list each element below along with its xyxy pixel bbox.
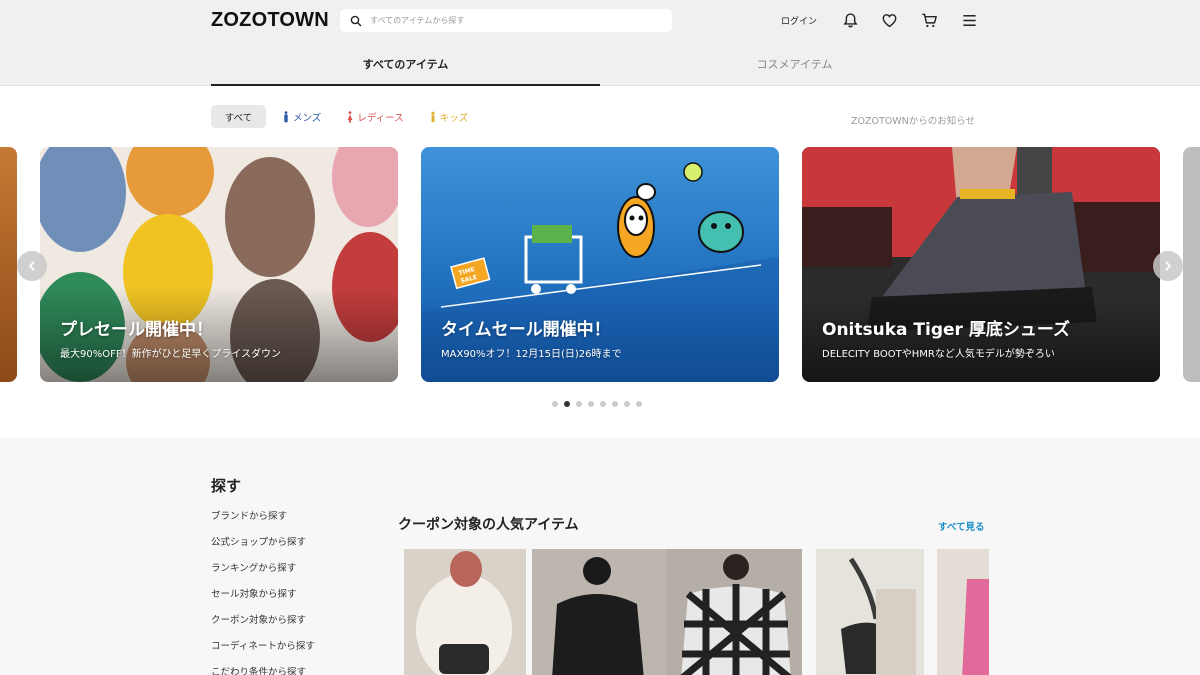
sidebar-item-brand[interactable]: ブランドから探す (211, 510, 315, 536)
banner-carousel: プレセール開催中！ 最大90%OFF！新作がひと足早くプライスダウン TIME … (0, 147, 1200, 383)
product-card[interactable] (666, 549, 802, 675)
sidebar-item-conditions[interactable]: こだわり条件から探す (211, 666, 315, 675)
carousel-dot[interactable] (612, 401, 618, 407)
banner-timesale[interactable]: TIME SALE タイムセール開催中！ MAX90%オフ！12月15日(日)2… (421, 147, 779, 382)
chevron-right-icon (1165, 261, 1172, 271)
main-tabs: すべてのアイテム コスメアイテム (211, 48, 989, 86)
cart-icon[interactable] (920, 11, 938, 29)
heart-icon[interactable] (880, 11, 898, 29)
tab-cosme-items[interactable]: コスメアイテム (600, 48, 989, 86)
carousel-dot[interactable] (636, 401, 642, 407)
filter-label: すべて (224, 112, 253, 124)
filter-ladies[interactable]: レディース (338, 105, 412, 128)
product-card[interactable] (816, 549, 924, 675)
product-card[interactable] (937, 549, 989, 675)
banner-subtitle: DELECITY BOOTやHMRなど人気モデルが勢ぞろい (822, 349, 1055, 360)
carousel-dot[interactable] (576, 401, 582, 407)
section-title: クーポン対象の人気アイテム (398, 517, 579, 533)
mens-icon (284, 110, 288, 122)
banner-prev-peek[interactable] (0, 147, 17, 382)
filter-all[interactable]: すべて (211, 105, 266, 128)
product-card[interactable] (404, 549, 526, 675)
product-image (816, 549, 924, 675)
search-icon (350, 15, 362, 26)
carousel-dot[interactable] (564, 401, 570, 407)
banner-title: プレセール開催中！ (60, 320, 213, 340)
login-link[interactable]: ログイン (781, 14, 817, 27)
filter-label: レディース (357, 112, 404, 124)
see-all-link[interactable]: すべて見る (938, 519, 984, 533)
sidebar-item-ranking[interactable]: ランキングから探す (211, 562, 315, 588)
filter-label: キッズ (439, 112, 469, 124)
product-image (532, 549, 666, 675)
site-logo[interactable]: ZOZOTOWN (211, 9, 329, 32)
carousel-dot[interactable] (552, 401, 558, 407)
banner-presale[interactable]: プレセール開催中！ 最大90%OFF！新作がひと足早くプライスダウン (40, 147, 398, 382)
gender-filter: すべて メンズ レディース キッズ (211, 105, 477, 128)
carousel-dots (552, 401, 642, 407)
sidebar-title: 探す (211, 477, 242, 495)
sidebar-item-official-shop[interactable]: 公式ショップから探す (211, 536, 315, 562)
banner-subtitle: 最大90%OFF！新作がひと足早くプライスダウン (60, 349, 282, 360)
bell-icon[interactable] (841, 11, 859, 29)
sidebar-item-coordinate[interactable]: コーディネートから探す (211, 640, 315, 666)
carousel-dot[interactable] (600, 401, 606, 407)
tab-all-items[interactable]: すべてのアイテム (211, 48, 600, 86)
carousel-prev-button[interactable] (17, 251, 47, 281)
banner-next-peek[interactable] (1183, 147, 1200, 382)
sidebar-links: ブランドから探す 公式ショップから探す ランキングから探す セール対象から探す … (211, 510, 315, 675)
banner-onitsuka[interactable]: Onitsuka Tiger 厚底シューズ DELECITY BOOTやHMRな… (802, 147, 1160, 382)
product-image (404, 549, 526, 675)
search-input[interactable] (370, 16, 660, 25)
product-image (937, 549, 989, 675)
carousel-next-button[interactable] (1153, 251, 1183, 281)
product-card[interactable] (532, 549, 666, 675)
chevron-left-icon (28, 261, 35, 271)
carousel-dot[interactable] (624, 401, 630, 407)
banner-subtitle: MAX90%オフ！12月15日(日)26時まで (441, 349, 622, 360)
carousel-dot[interactable] (588, 401, 594, 407)
menu-icon[interactable] (960, 11, 978, 29)
news-link[interactable]: ZOZOTOWNからのお知らせ (851, 113, 975, 127)
product-image (666, 549, 802, 675)
filter-label: メンズ (293, 112, 322, 124)
sidebar-item-coupon[interactable]: クーポン対象から探す (211, 614, 315, 640)
kids-icon (431, 111, 435, 122)
ladies-icon (347, 110, 353, 122)
filter-mens[interactable]: メンズ (274, 105, 330, 128)
banner-title: タイムセール開催中！ (441, 320, 611, 340)
filter-kids[interactable]: キッズ (421, 105, 478, 128)
sidebar-item-sale[interactable]: セール対象から探す (211, 588, 315, 614)
search-bar[interactable] (340, 9, 672, 32)
site-header: ZOZOTOWN ログイン すべてのアイテム コスメアイテム (0, 0, 1200, 86)
banner-title: Onitsuka Tiger 厚底シューズ (822, 320, 1070, 340)
